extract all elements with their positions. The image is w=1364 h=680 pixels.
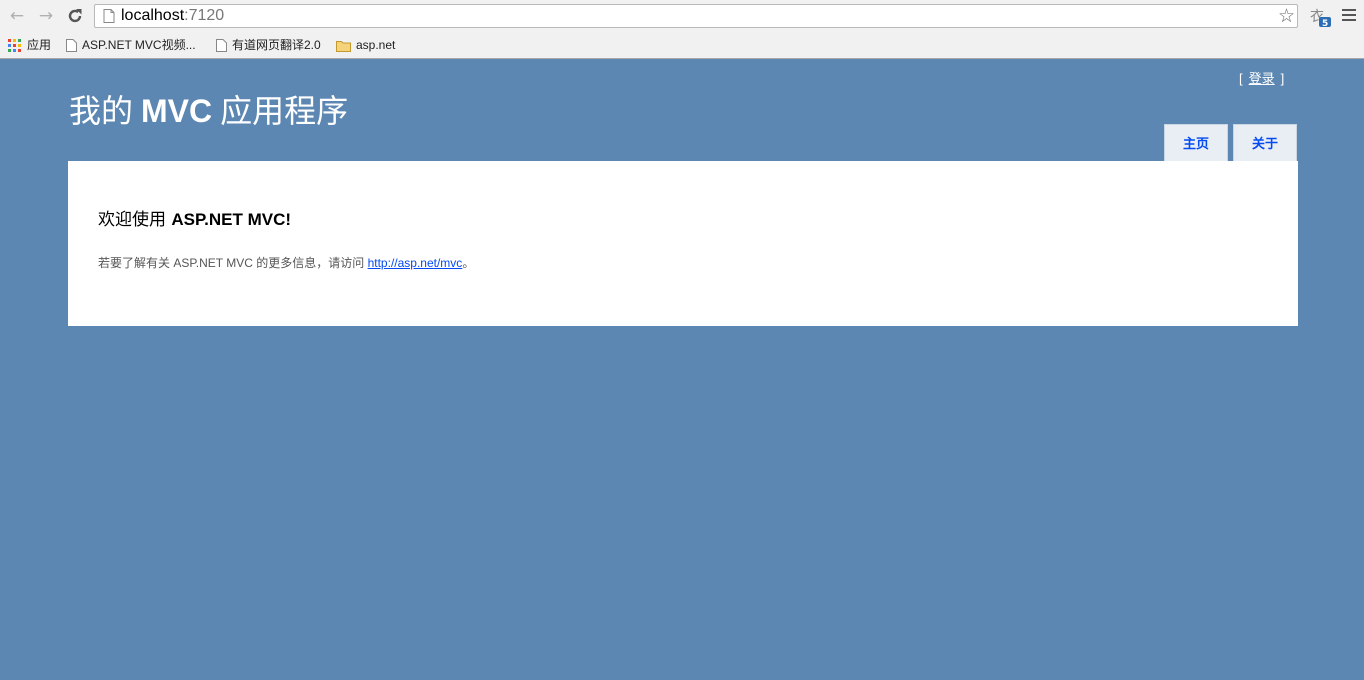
address-bar[interactable]: localhost:7120 ☆: [94, 4, 1298, 28]
translate-extension-icon[interactable]: 衣 5: [1309, 6, 1333, 29]
info-paragraph: 若要了解有关 ASP.NET MVC 的更多信息，请访问 http://asp.…: [98, 254, 474, 271]
title-text-2: 应用程序: [212, 93, 349, 129]
login-bracket-open: [: [1239, 71, 1243, 86]
login-area: [ 登录]: [1239, 68, 1284, 87]
page-icon: [66, 39, 77, 53]
address-url: localhost:7120: [121, 6, 224, 26]
svg-text:5: 5: [1322, 19, 1328, 28]
info-text: 若要了解有关 ASP.NET MVC 的更多信息，请访问: [98, 256, 368, 270]
title-text-mvc: MVC: [141, 93, 213, 129]
chrome-menu-icon[interactable]: [1342, 9, 1356, 23]
bookmarks-bar: 应用 ASP.NET MVC视频... 有道网页翻译2.0 asp.net: [0, 33, 1364, 57]
reload-icon[interactable]: [65, 6, 85, 26]
bookmark-star-icon[interactable]: ☆: [1278, 6, 1295, 26]
bookmark-label: 有道网页翻译2.0: [232, 38, 321, 52]
bookmark-folder-aspnet[interactable]: asp.net: [336, 36, 395, 54]
login-link[interactable]: 登录: [1249, 71, 1275, 86]
bookmark-label: asp.net: [356, 38, 396, 52]
info-suffix: 。: [462, 256, 475, 270]
welcome-heading: 欢迎使用 ASP.NET MVC!: [98, 205, 291, 230]
menu-tab-about[interactable]: 关于: [1233, 124, 1297, 161]
browser-chrome: ← → localhost:7120 ☆ 衣 5 应用 ASP.NET MVC视…: [0, 0, 1364, 59]
apps-icon: [8, 39, 21, 53]
mvc-link[interactable]: http://asp.net/mvc: [368, 256, 463, 270]
bookmark-youdao[interactable]: 有道网页翻译2.0: [216, 36, 321, 54]
page-title: 我的 MVC 应用程序: [69, 86, 348, 132]
login-bracket-close: ]: [1280, 71, 1285, 86]
main-content: 欢迎使用 ASP.NET MVC! 若要了解有关 ASP.NET MVC 的更多…: [68, 161, 1298, 326]
bookmark-apps[interactable]: 应用: [8, 36, 51, 54]
page-icon: [103, 9, 115, 23]
back-icon[interactable]: ←: [7, 6, 27, 26]
folder-icon: [336, 40, 351, 52]
browser-toolbar: ← → localhost:7120 ☆ 衣 5: [0, 0, 1364, 32]
bookmark-label: 应用: [27, 38, 52, 52]
title-text-1: 我的: [69, 93, 142, 129]
page-icon: [216, 39, 227, 53]
bookmark-label: ASP.NET MVC视频...: [82, 38, 196, 52]
welcome-text-en: ASP.NET MVC!: [171, 210, 292, 229]
bookmark-aspnet-video[interactable]: ASP.NET MVC视频...: [66, 36, 196, 54]
menu-tab-home[interactable]: 主页: [1164, 124, 1228, 161]
url-port: :7120: [184, 7, 225, 24]
welcome-text-cn: 欢迎使用: [98, 210, 172, 230]
url-host: localhost: [121, 7, 185, 24]
forward-icon[interactable]: →: [36, 6, 56, 26]
